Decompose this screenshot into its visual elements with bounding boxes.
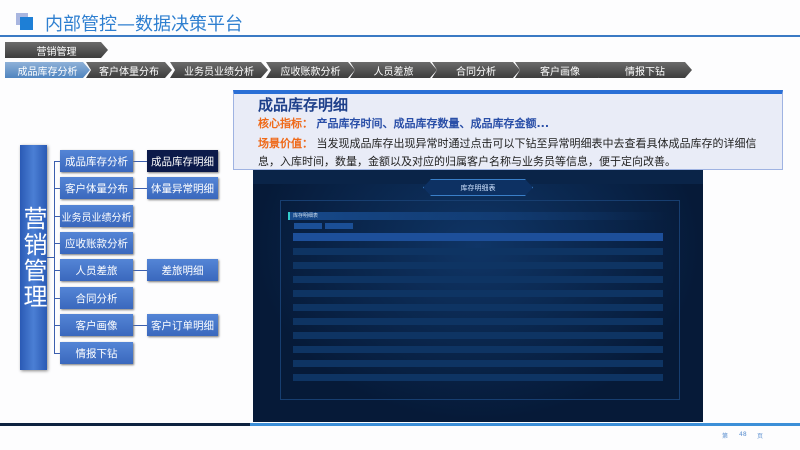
tree-node-travel[interactable]: 人员差旅 xyxy=(60,259,133,281)
table-row xyxy=(293,276,663,283)
tree-node-inventory-detail[interactable]: 成品库存明细 xyxy=(147,150,218,172)
table-row xyxy=(293,332,663,339)
header-divider xyxy=(0,35,800,37)
table-row xyxy=(293,248,663,255)
connector xyxy=(133,161,147,162)
tree-node-travel-detail[interactable]: 差旅明细 xyxy=(147,259,218,281)
scene-value-label: 场景价值： xyxy=(258,137,313,150)
connector xyxy=(133,270,147,271)
tree-node-volume-anomaly-detail[interactable]: 体量异常明细 xyxy=(147,177,218,199)
table-row xyxy=(293,290,663,297)
tree-node-inventory-analysis[interactable]: 成品库存分析 xyxy=(60,150,133,172)
table-row xyxy=(293,262,663,269)
footer-line xyxy=(0,423,800,426)
tree-node-customer-volume[interactable]: 客户体量分布 xyxy=(60,177,133,199)
scene-value-text: 当发现成品库存出现异常时通过点击可以下钻至异常明细表中去查看具体成品库存的详细信… xyxy=(258,137,757,168)
table-row xyxy=(293,374,663,381)
tab-travel[interactable]: 人员差旅 xyxy=(350,62,437,78)
tree-node-customer-profile[interactable]: 客户画像 xyxy=(60,314,133,336)
connector xyxy=(133,188,147,189)
connector xyxy=(133,325,147,326)
page-suffix: 页 xyxy=(757,433,764,440)
page-prefix: 第 xyxy=(722,433,729,440)
tab-salesperson-performance[interactable]: 业务员业绩分析 xyxy=(170,62,268,78)
tab-contract[interactable]: 合同分析 xyxy=(432,62,520,78)
tree-node-contract[interactable]: 合同分析 xyxy=(60,287,133,309)
dashboard-panel xyxy=(280,200,680,400)
tab-customer-profile[interactable]: 客户画像 xyxy=(515,62,605,78)
page-title: 内部管控—数据决策平台 xyxy=(45,14,243,35)
tab-receivables[interactable]: 应收账款分析 xyxy=(266,62,355,78)
filter-dropdown[interactable] xyxy=(325,223,353,229)
dashboard-screenshot: 库存明细表 库存明细表 xyxy=(253,170,703,422)
table-header xyxy=(293,233,663,241)
tree-node-intel-drilldown[interactable]: 情报下钻 xyxy=(60,342,133,364)
tree-root: 营销管理 xyxy=(19,145,47,370)
tab-inventory-analysis[interactable]: 成品库存分析 xyxy=(5,62,90,78)
tree-node-customer-order-detail[interactable]: 客户订单明细 xyxy=(147,314,218,336)
description-card: 成品库存明细 核心指标： 产品库存时间、成品库存数量、成品库存金额... 场景价… xyxy=(233,90,783,170)
tab-intel-drilldown[interactable]: 情报下钻 xyxy=(598,62,692,78)
description-title: 成品库存明细 xyxy=(258,96,349,114)
table-row xyxy=(293,360,663,367)
connector xyxy=(47,257,54,258)
logo-square-front xyxy=(20,17,33,30)
tree-node-receivables[interactable]: 应收账款分析 xyxy=(60,232,133,254)
filter-dropdown[interactable] xyxy=(294,223,322,229)
core-metrics-value: 产品库存时间、成品库存数量、成品库存金额... xyxy=(316,117,550,130)
dashboard-section-title: 库存明细表 xyxy=(288,212,668,220)
table-row xyxy=(293,304,663,311)
breadcrumb-root[interactable]: 营销管理 xyxy=(5,42,108,58)
tab-customer-volume[interactable]: 客户体量分布 xyxy=(86,62,172,78)
table-row xyxy=(293,346,663,353)
page-number: 48 xyxy=(739,431,747,438)
table-row xyxy=(293,318,663,325)
dashboard-title: 库存明细表 xyxy=(423,179,533,196)
core-metrics-label: 核心指标： xyxy=(258,117,313,130)
tree-node-salesperson-performance[interactable]: 业务员业绩分析 xyxy=(60,205,133,227)
